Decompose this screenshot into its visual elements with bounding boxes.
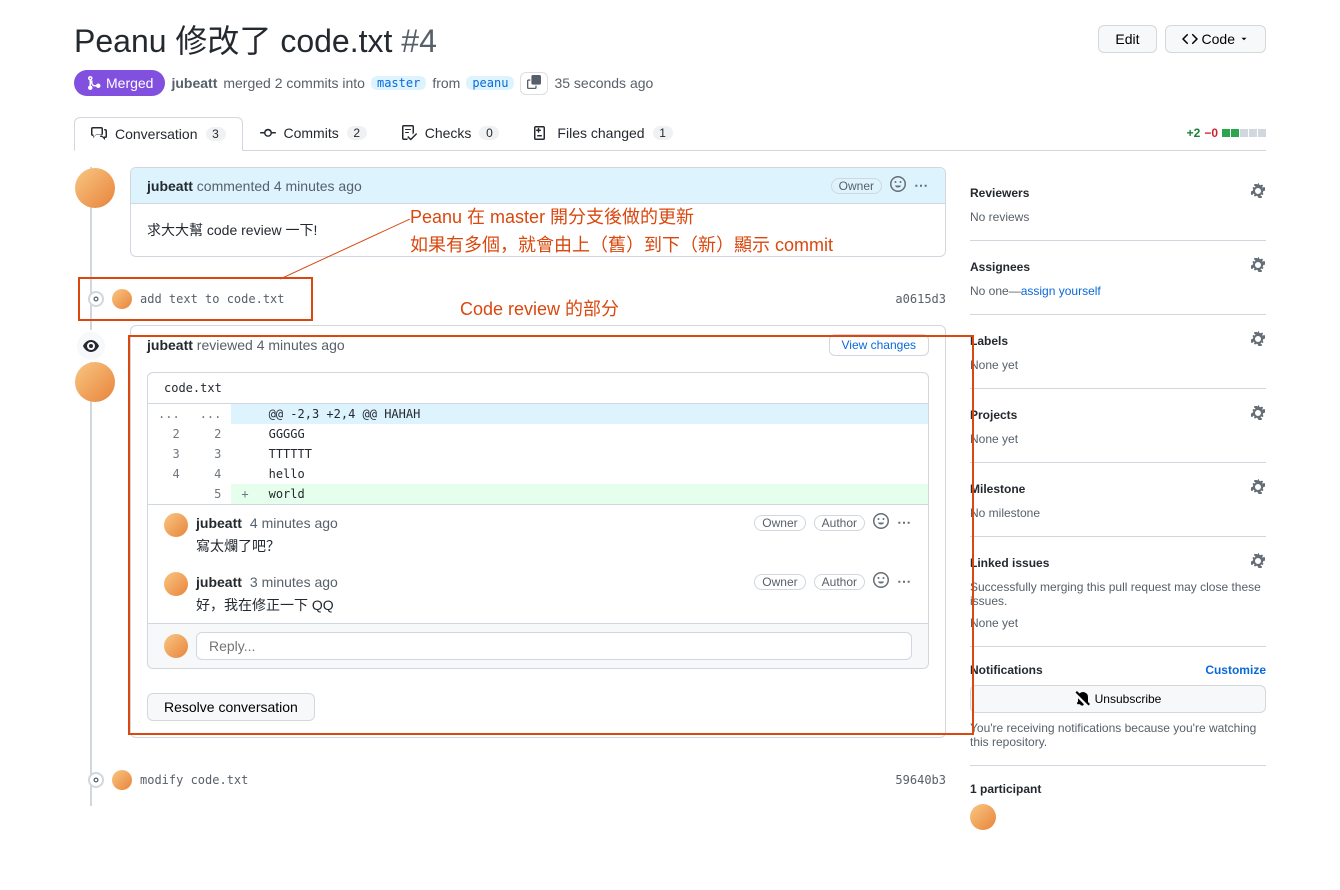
commit-sha[interactable]: 59640b3 [895,773,946,787]
gear-icon[interactable] [1250,331,1266,350]
diff-stats: +2 −0 [1187,126,1266,140]
code-icon [1182,31,1198,47]
base-branch[interactable]: master [371,76,426,90]
gear-icon[interactable] [1250,553,1266,572]
reply-input[interactable] [196,632,912,660]
checklist-icon [401,125,417,141]
git-commit-icon [260,125,276,141]
emoji-icon[interactable] [873,513,889,532]
avatar[interactable] [112,289,132,309]
avatar[interactable] [112,770,132,790]
chevron-down-icon [1239,34,1249,44]
bell-slash-icon [1075,691,1091,707]
commit-item: modify code.txt 59640b3 [84,754,946,806]
tab-commits[interactable]: Commits 2 [243,116,384,150]
tab-conversation[interactable]: Conversation 3 [74,117,243,151]
commit-item: add text to code.txt a0615d3 [84,273,946,325]
assign-yourself-link[interactable]: assign yourself [1021,284,1101,298]
owner-badge: Owner [754,515,805,531]
tab-files[interactable]: Files changed 1 [516,116,689,150]
gear-icon[interactable] [1250,479,1266,498]
resolve-conversation-button[interactable]: Resolve conversation [147,693,315,721]
emoji-icon[interactable] [873,572,889,591]
review-box: jubeatt reviewed 4 minutes ago View chan… [130,325,946,738]
kebab-icon[interactable]: ⋯ [914,177,929,194]
sidebar-notifications-title: Notifications [970,663,1043,677]
merge-icon [86,75,102,91]
diff-file: code.txt ... ... @@ -2,3 +2,4 @@ HAHAH 2… [147,372,929,669]
commit-sha[interactable]: a0615d3 [895,292,946,306]
sidebar-linked-title: Linked issues [970,556,1049,570]
file-diff-icon [533,125,549,141]
avatar[interactable] [164,634,188,658]
meta-time: 35 seconds ago [554,75,653,91]
commit-badge-icon [88,772,104,788]
author-badge: Author [814,515,865,531]
kebab-icon[interactable]: ⋯ [897,514,912,531]
emoji-icon[interactable] [890,176,906,195]
participant-avatar[interactable] [970,804,996,830]
copy-branch-icon[interactable] [520,72,548,95]
avatar[interactable] [75,362,115,402]
gear-icon[interactable] [1250,183,1266,202]
sidebar-projects-title: Projects [970,408,1017,422]
comment-discussion-icon [91,126,107,142]
author-badge: Author [814,574,865,590]
commit-message[interactable]: add text to code.txt [140,292,887,306]
diff-table: ... ... @@ -2,3 +2,4 @@ HAHAH 22 GGGGG 3… [148,404,928,504]
diff-file-name[interactable]: code.txt [148,373,928,404]
first-comment: jubeatt commented 4 minutes ago Owner ⋯ … [130,167,946,257]
sidebar-assignees-title: Assignees [970,260,1030,274]
pr-title: Peanu 修改了 code.txt #4 [74,16,437,62]
commit-message[interactable]: modify code.txt [140,773,887,787]
sidebar-milestone-title: Milestone [970,482,1025,496]
code-button[interactable]: Code [1165,25,1266,53]
avatar[interactable] [164,513,188,537]
customize-link[interactable]: Customize [1205,663,1266,677]
pr-number: #4 [401,23,437,59]
review-comment: jubeatt 3 minutes ago Owner Author ⋯ [148,564,928,623]
view-changes-button[interactable]: View changes [829,334,930,356]
owner-badge: Owner [831,178,882,194]
head-branch[interactable]: peanu [466,76,514,90]
edit-button[interactable]: Edit [1098,25,1156,53]
comment-author[interactable]: jubeatt [147,178,193,194]
sidebar-labels-title: Labels [970,334,1008,348]
gear-icon[interactable] [1250,257,1266,276]
unsubscribe-button[interactable]: Unsubscribe [970,685,1266,713]
avatar[interactable] [75,168,115,208]
state-badge-merged: Merged [74,70,165,96]
owner-badge: Owner [754,574,805,590]
commit-badge-icon [88,291,104,307]
review-comment: jubeatt 4 minutes ago Owner Author ⋯ [148,505,928,564]
meta-author[interactable]: jubeatt [171,75,217,91]
kebab-icon[interactable]: ⋯ [897,573,912,590]
sidebar-participants-title: 1 participant [970,782,1041,796]
gear-icon[interactable] [1250,405,1266,424]
avatar[interactable] [164,572,188,596]
comment-body: 求大大幫 code review 一下! [131,204,945,256]
eye-icon [75,330,107,362]
tab-checks[interactable]: Checks 0 [384,116,517,150]
sidebar-reviewers-title: Reviewers [970,186,1029,200]
review-author[interactable]: jubeatt [147,337,193,353]
